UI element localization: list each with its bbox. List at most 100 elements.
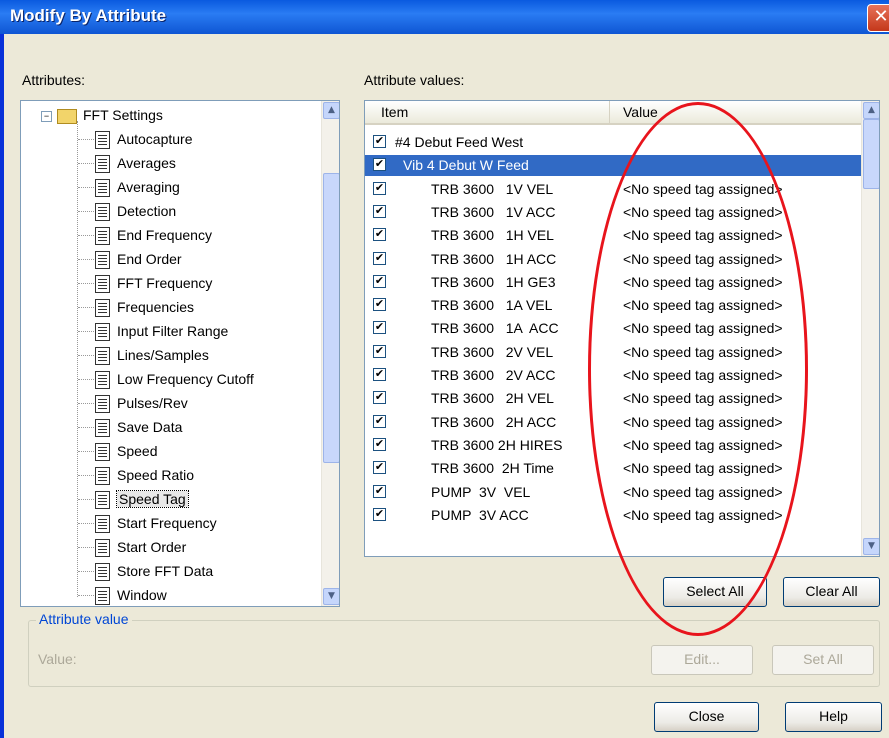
list-row[interactable]: ✔ TRB 3600 1H ACC <No speed tag assigned> [365, 249, 861, 270]
attribute-value-group-label: Attribute value [36, 611, 132, 627]
row-checkbox[interactable]: ✔ [373, 391, 386, 405]
column-header-item[interactable]: Item [381, 104, 408, 120]
row-checkbox[interactable]: ✔ [373, 298, 386, 312]
list-row[interactable]: ✔ TRB 3600 1V VEL <No speed tag assigned> [365, 179, 861, 200]
scroll-down-icon[interactable]: ▼ [323, 588, 339, 605]
list-row[interactable]: ✔ PUMP 3V ACC <No speed tag assigned> [365, 505, 861, 526]
tree-item[interactable]: Start Frequency [95, 511, 217, 535]
list-row[interactable]: ✔ TRB 3600 1V ACC <No speed tag assigned> [365, 202, 861, 223]
select-all-button[interactable]: Select All [663, 577, 767, 607]
row-item-label: TRB 3600 2H Time [431, 460, 554, 477]
tree-item[interactable]: Pulses/Rev [95, 391, 188, 415]
list-row[interactable]: ✔ TRB 3600 1H VEL <No speed tag assigned> [365, 225, 861, 246]
edit-button[interactable]: Edit... [651, 645, 753, 675]
tree-item[interactable]: End Frequency [95, 223, 212, 247]
tree-guide-line [78, 451, 94, 452]
scroll-thumb[interactable] [323, 173, 339, 463]
tree-guide-line [78, 163, 94, 164]
tree-item[interactable]: Speed Tag [95, 487, 189, 511]
clear-all-button[interactable]: Clear All [783, 577, 880, 607]
list-row[interactable]: ✔ #4 Debut Feed West [365, 132, 861, 153]
list-header: Item Value [365, 101, 861, 125]
row-value-label: <No speed tag assigned> [623, 367, 783, 383]
scroll-down-icon[interactable]: ▼ [863, 538, 879, 555]
attributes-tree[interactable]: − FFT Settings Autocapture Averages Averagi… [20, 100, 340, 607]
list-row[interactable]: ✔ TRB 3600 2H ACC <No speed tag assigned> [365, 412, 861, 433]
list-row[interactable]: ✔ TRB 3600 2V VEL <No speed tag assigned> [365, 342, 861, 363]
tree-root-fft-settings[interactable]: − FFT Settings [41, 103, 163, 127]
row-value-label: <No speed tag assigned> [623, 483, 783, 500]
scroll-thumb[interactable] [863, 119, 879, 189]
attribute-values-list[interactable]: Item Value ✔ #4 Debut Feed West ✔ Vib 4 Deb… [364, 100, 880, 557]
row-checkbox[interactable]: ✔ [373, 368, 386, 381]
set-all-button[interactable]: Set All [772, 645, 874, 675]
document-icon [95, 419, 110, 438]
tree-item[interactable]: Frequencies [95, 295, 194, 319]
list-row[interactable]: ✔ TRB 3600 2H VEL <No speed tag assigned> [365, 388, 861, 409]
row-checkbox[interactable]: ✔ [373, 228, 386, 242]
close-button[interactable]: Close [654, 702, 759, 732]
list-row[interactable]: ✔ TRB 3600 2H HIRES <No speed tag assigned… [365, 435, 861, 456]
scroll-up-icon[interactable]: ▲ [863, 102, 879, 119]
list-row[interactable]: ✔ Vib 4 Debut W Feed [365, 155, 861, 177]
tree-item[interactable]: Start Order [95, 535, 186, 559]
row-checkbox[interactable]: ✔ [373, 204, 386, 218]
list-row[interactable]: ✔ TRB 3600 1H GE3 <No speed tag assigned> [365, 272, 861, 293]
row-value-label: <No speed tag assigned> [623, 227, 783, 244]
document-icon [95, 491, 110, 510]
tree-item[interactable]: Low Frequency Cutoff [95, 367, 254, 391]
tree-item-label: Speed [117, 443, 158, 459]
tree-item[interactable]: Detection [95, 199, 176, 223]
row-checkbox[interactable]: ✔ [373, 135, 386, 148]
row-checkbox[interactable]: ✔ [373, 344, 386, 358]
tree-item-label: Averaging [117, 179, 180, 195]
list-row[interactable]: ✔ TRB 3600 2V ACC <No speed tag assigned> [365, 365, 861, 386]
document-icon [95, 275, 110, 294]
row-item-label: TRB 3600 2V ACC [431, 367, 556, 383]
row-checkbox[interactable]: ✔ [373, 414, 386, 428]
scroll-up-icon[interactable]: ▲ [323, 102, 339, 119]
list-row[interactable]: ✔ TRB 3600 1A ACC <No speed tag assigned> [365, 318, 861, 339]
row-item-label: TRB 3600 1V VEL [431, 180, 554, 197]
row-checkbox[interactable]: ✔ [373, 437, 386, 451]
row-checkbox[interactable]: ✔ [373, 181, 386, 195]
row-checkbox[interactable]: ✔ [373, 158, 386, 172]
row-value-label: <No speed tag assigned> [623, 250, 783, 267]
list-row[interactable]: ✔ PUMP 3V VEL <No speed tag assigned> [365, 482, 861, 503]
tree-scrollbar[interactable]: ▲ ▼ [321, 101, 339, 606]
tree-item[interactable]: Lines/Samples [95, 343, 209, 367]
list-row[interactable]: ✔ TRB 3600 1A VEL <No speed tag assigned> [365, 295, 861, 316]
document-icon [95, 323, 110, 342]
tree-item[interactable]: Store FFT Data [95, 559, 213, 583]
collapse-icon[interactable]: − [41, 110, 52, 122]
document-icon [95, 203, 110, 222]
row-checkbox[interactable]: ✔ [373, 251, 386, 265]
row-item-label: TRB 3600 2H ACC [431, 413, 557, 430]
tree-guide-line [78, 331, 94, 332]
list-scrollbar[interactable]: ▲ ▼ [861, 101, 879, 556]
tree-item[interactable]: Averaging [95, 175, 180, 199]
row-checkbox[interactable]: ✔ [373, 507, 386, 521]
document-icon [95, 371, 110, 390]
title-bar[interactable]: Modify By Attribute ✕ [0, 0, 889, 34]
row-item-label: TRB 3600 1V ACC [431, 203, 556, 220]
column-header-value[interactable]: Value [623, 104, 658, 120]
help-button[interactable]: Help [785, 702, 882, 732]
list-row[interactable]: ✔ TRB 3600 2H Time <No speed tag assigned> [365, 458, 861, 479]
tree-item[interactable]: Window [95, 583, 167, 606]
tree-item-label: Pulses/Rev [117, 395, 188, 411]
tree-item[interactable]: Save Data [95, 415, 182, 439]
close-window-icon[interactable]: ✕ [867, 4, 889, 32]
row-checkbox[interactable]: ✔ [373, 484, 386, 498]
tree-item[interactable]: End Order [95, 247, 182, 271]
tree-item[interactable]: Autocapture [95, 127, 193, 151]
row-checkbox[interactable]: ✔ [373, 321, 386, 335]
row-checkbox[interactable]: ✔ [373, 274, 386, 288]
tree-item[interactable]: Averages [95, 151, 176, 175]
tree-item[interactable]: Speed Ratio [95, 463, 194, 487]
tree-guide-line [78, 523, 94, 524]
tree-item[interactable]: Speed [95, 439, 157, 463]
row-checkbox[interactable]: ✔ [373, 461, 386, 475]
tree-item[interactable]: FFT Frequency [95, 271, 212, 295]
tree-item[interactable]: Input Filter Range [95, 319, 228, 343]
